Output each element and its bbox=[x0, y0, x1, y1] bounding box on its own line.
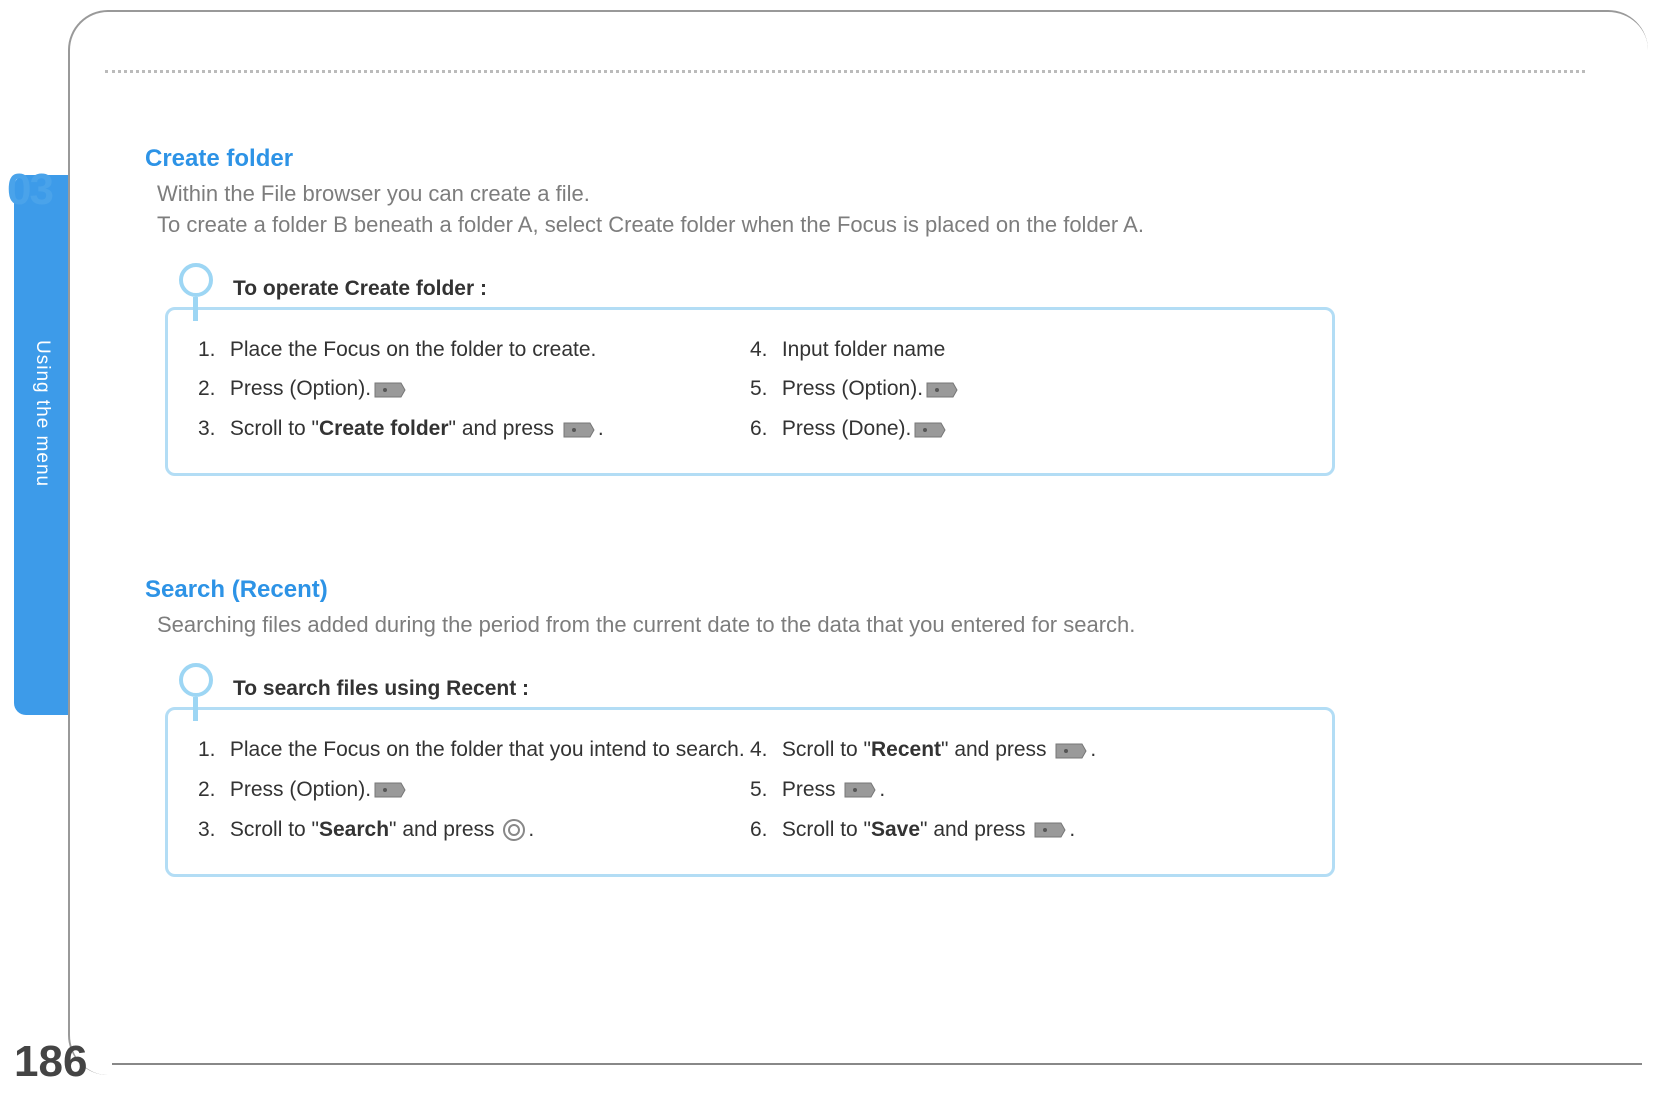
content-area: Create folder Within the File browser yo… bbox=[145, 145, 1585, 947]
step-row: 3. Scroll to "Search" and press . bbox=[198, 810, 750, 850]
softkey-icon bbox=[843, 781, 877, 799]
section-desc-create-folder: Within the File browser you can create a… bbox=[157, 179, 1585, 241]
step-row: 3. Scroll to "Create folder" and press . bbox=[198, 409, 750, 449]
chapter-number: 03 bbox=[7, 165, 52, 215]
step-row: 5. Press (Option). bbox=[750, 369, 1302, 409]
page-number: 186 bbox=[14, 1037, 87, 1087]
softkey-icon bbox=[562, 421, 596, 439]
section-title-create-folder: Create folder bbox=[145, 145, 1585, 173]
dotted-divider bbox=[105, 70, 1585, 73]
step-row: 4. Input folder name bbox=[750, 330, 1302, 370]
step-row: 6. Press (Done). bbox=[750, 409, 1302, 449]
step-row: 1. Place the Focus on the folder to crea… bbox=[198, 330, 750, 370]
step-row: 5. Press . bbox=[750, 770, 1302, 810]
callout-stem-icon bbox=[193, 697, 198, 721]
step-row: 4. Scroll to "Recent" and press . bbox=[750, 730, 1302, 770]
softkey-icon bbox=[373, 781, 407, 799]
ok-circle-icon bbox=[502, 818, 526, 842]
callout-box: 1. Place the Focus on the folder that yo… bbox=[165, 707, 1335, 877]
page-number-rule bbox=[112, 1063, 1642, 1065]
callout-ring-icon bbox=[179, 663, 213, 697]
softkey-icon bbox=[373, 381, 407, 399]
callout-ring-icon bbox=[179, 263, 213, 297]
step-row: 2. Press (Option). bbox=[198, 369, 750, 409]
desc-line: Within the File browser you can create a… bbox=[157, 181, 590, 206]
softkey-icon bbox=[1033, 821, 1067, 839]
step-row: 2. Press (Option). bbox=[198, 770, 750, 810]
softkey-icon bbox=[1054, 742, 1088, 760]
steps-left-col: 1. Place the Focus on the folder to crea… bbox=[198, 330, 750, 450]
callout-stem-icon bbox=[193, 297, 198, 321]
chapter-label: Using the menu bbox=[31, 340, 53, 487]
steps-right-col: 4. Scroll to "Recent" and press .5. Pres… bbox=[750, 730, 1302, 850]
section-title-search-recent: Search (Recent) bbox=[145, 576, 1585, 604]
step-row: 6. Scroll to "Save" and press . bbox=[750, 810, 1302, 850]
callout-create-folder: To operate Create folder : 1. Place the … bbox=[165, 271, 1585, 477]
desc-line: To create a folder B beneath a folder A,… bbox=[157, 212, 1144, 237]
steps-left-col: 1. Place the Focus on the folder that yo… bbox=[198, 730, 750, 850]
section-desc-search-recent: Searching files added during the period … bbox=[157, 610, 1585, 641]
callout-heading: To operate Create folder : bbox=[233, 277, 1585, 301]
callout-search-recent: To search files using Recent : 1. Place … bbox=[165, 671, 1585, 877]
desc-line: Searching files added during the period … bbox=[157, 612, 1135, 637]
callout-heading: To search files using Recent : bbox=[233, 677, 1585, 701]
steps-right-col: 4. Input folder name5. Press (Option).6.… bbox=[750, 330, 1302, 450]
callout-box: 1. Place the Focus on the folder to crea… bbox=[165, 307, 1335, 477]
step-row: 1. Place the Focus on the folder that yo… bbox=[198, 730, 750, 770]
softkey-icon bbox=[925, 381, 959, 399]
softkey-icon bbox=[913, 421, 947, 439]
